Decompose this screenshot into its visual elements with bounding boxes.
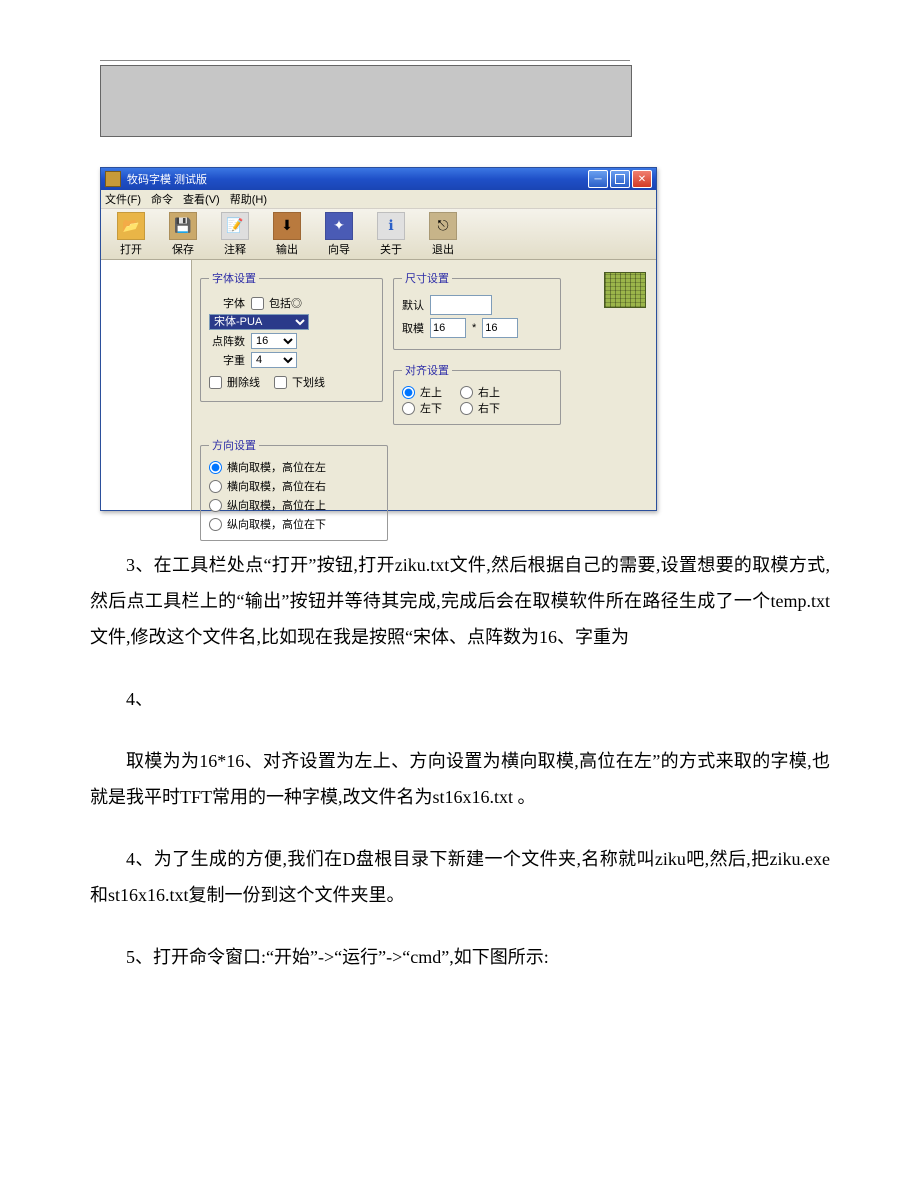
about-button[interactable]: ℹ 关于 [369, 211, 413, 257]
save-icon: 💾 [169, 212, 197, 240]
placeholder-gray-box [100, 65, 632, 137]
exit-button[interactable]: ⎋ 退出 [421, 211, 465, 257]
app-icon [105, 171, 121, 187]
menu-cmd[interactable]: 命令 [151, 191, 173, 207]
save-button[interactable]: 💾 保存 [161, 211, 205, 257]
paragraph-4c: 4、为了生成的方便,我们在D盘根目录下新建一个文件夹,名称就叫ziku吧,然后,… [90, 841, 830, 913]
note-icon: 📝 [221, 212, 249, 240]
dir-legend: 方向设置 [209, 437, 259, 453]
window-title: 牧码字模 测试版 [127, 171, 588, 187]
underline-checkbox[interactable]: 下划线 [274, 374, 325, 390]
export-button[interactable]: ⬇ 输出 [265, 211, 309, 257]
align-settings-group: 对齐设置 左上 右上 左下 右下 [393, 362, 561, 425]
height-input[interactable] [482, 318, 518, 338]
open-button[interactable]: 📂 打开 [109, 211, 153, 257]
wizard-icon: ✦ [325, 212, 353, 240]
font-label: 字体 [209, 295, 245, 311]
titlebar[interactable]: 牧码字模 测试版 ─ ✕ [101, 168, 656, 190]
paragraph-3: 3、在工具栏处点“打开”按钮,打开ziku.txt文件,然后根据自己的需要,设置… [90, 547, 830, 655]
dot-label: 点阵数 [209, 333, 245, 349]
dir-o4-radio[interactable]: 纵向取模，高位在下 [209, 516, 379, 532]
app-window: 牧码字模 测试版 ─ ✕ 文件(F) 命令 查看(V) 帮助(H) 📂 打开 💾… [100, 167, 657, 511]
wizard-button[interactable]: ✦ 向导 [317, 211, 361, 257]
align-tl-radio[interactable]: 左上 [402, 384, 442, 400]
font-legend: 字体设置 [209, 270, 259, 286]
menu-view[interactable]: 查看(V) [183, 191, 220, 207]
menubar: 文件(F) 命令 查看(V) 帮助(H) [101, 190, 656, 209]
maximize-button[interactable] [610, 170, 630, 188]
default-input[interactable] [430, 295, 492, 315]
toolbar: 📂 打开 💾 保存 📝 注释 ⬇ 输出 ✦ 向导 ℹ 关于 [101, 209, 656, 260]
note-button[interactable]: 📝 注释 [213, 211, 257, 257]
settings-panel: 字体设置 字体 包括◎ 宋体-PUA [192, 260, 656, 510]
dir-o2-radio[interactable]: 横向取模，高位在右 [209, 478, 379, 494]
font-select[interactable]: 宋体-PUA [209, 314, 309, 330]
strike-checkbox[interactable]: 删除线 [209, 374, 260, 390]
font-settings-group: 字体设置 字体 包括◎ 宋体-PUA [200, 270, 383, 402]
document-body: 3、在工具栏处点“打开”按钮,打开ziku.txt文件,然后根据自己的需要,设置… [90, 547, 830, 975]
info-icon: ℹ [377, 212, 405, 240]
weight-label: 字重 [209, 352, 245, 368]
exit-icon: ⎋ [429, 212, 457, 240]
include-checkbox[interactable]: 包括◎ [251, 295, 302, 311]
left-tree-panel[interactable] [101, 260, 192, 510]
paragraph-4b: 取模为为16*16、对齐设置为左上、方向设置为横向取模,高位在左”的方式来取的字… [90, 743, 830, 815]
menu-file[interactable]: 文件(F) [105, 191, 141, 207]
paragraph-4a: 4、 [90, 681, 830, 717]
export-icon: ⬇ [273, 212, 301, 240]
dir-o3-radio[interactable]: 纵向取模，高位在上 [209, 497, 379, 513]
default-label: 默认 [402, 297, 424, 313]
size-legend: 尺寸设置 [402, 270, 452, 286]
dot-select[interactable]: 16 [251, 333, 297, 349]
size-settings-group: 尺寸设置 默认 取模 * [393, 270, 561, 350]
menu-help[interactable]: 帮助(H) [230, 191, 267, 207]
weight-select[interactable]: 4 [251, 352, 297, 368]
direction-settings-group: 方向设置 横向取模，高位在左 横向取模，高位在右 纵向取模，高位在上 纵向取模，… [200, 437, 388, 541]
dir-o1-radio[interactable]: 横向取模，高位在左 [209, 459, 379, 475]
align-tr-radio[interactable]: 右上 [460, 384, 500, 400]
align-bl-radio[interactable]: 左下 [402, 400, 442, 416]
width-input[interactable] [430, 318, 466, 338]
close-button[interactable]: ✕ [632, 170, 652, 188]
paragraph-5: 5、打开命令窗口:“开始”->“运行”->“cmd”,如下图所示: [90, 939, 830, 975]
glyph-preview [604, 272, 646, 308]
take-label: 取模 [402, 320, 424, 336]
mul-label: * [472, 322, 476, 334]
align-br-radio[interactable]: 右下 [460, 400, 500, 416]
align-legend: 对齐设置 [402, 362, 452, 378]
minimize-button[interactable]: ─ [588, 170, 608, 188]
folder-open-icon: 📂 [117, 212, 145, 240]
separator-line [100, 60, 630, 61]
